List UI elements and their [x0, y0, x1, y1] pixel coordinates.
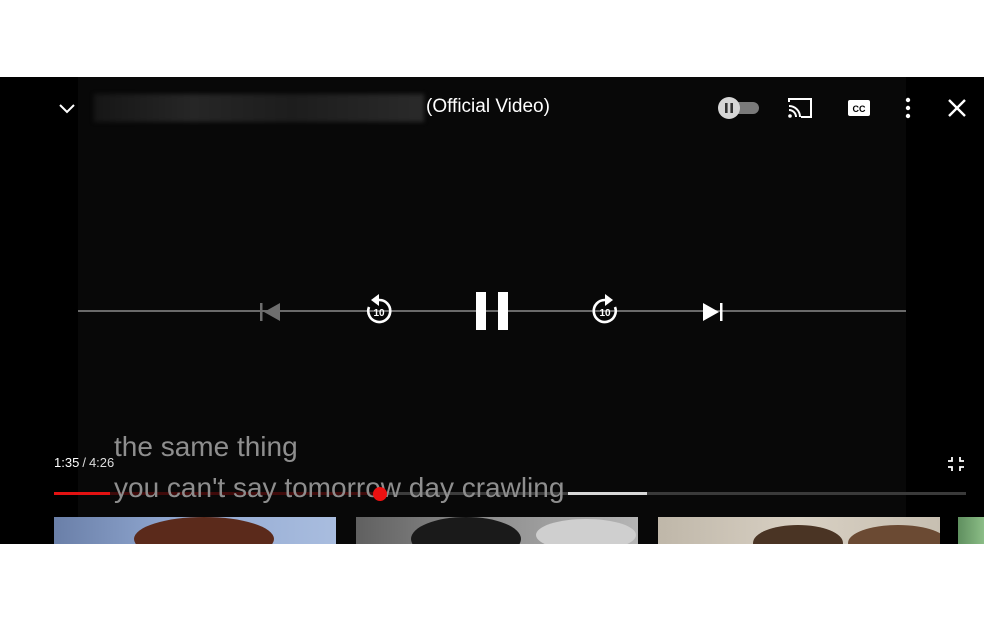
- rewind-seconds: 10: [373, 308, 385, 319]
- related-video-thumbnail[interactable]: [54, 517, 336, 544]
- player-top-bar: (Official Video) CC: [0, 77, 984, 137]
- caption-line-1: the same thing: [110, 430, 302, 464]
- redacted-title: [94, 94, 424, 122]
- cast-icon[interactable]: [786, 94, 814, 122]
- related-video-thumbnail[interactable]: [958, 517, 984, 544]
- video-player[interactable]: (Official Video) CC 10 10 the same thing…: [0, 77, 984, 544]
- related-video-thumbnail[interactable]: [658, 517, 940, 544]
- more-vertical-icon[interactable]: [894, 94, 922, 122]
- caption-line-2: you can't say tomorrow day crawling: [110, 471, 569, 505]
- progress-scrubber[interactable]: [372, 486, 387, 501]
- skip-next-icon[interactable]: [698, 298, 728, 326]
- time-separator: /: [82, 455, 86, 470]
- related-video-thumbnail[interactable]: [356, 517, 638, 544]
- forward-10-icon[interactable]: 10: [586, 290, 624, 330]
- replay-10-icon[interactable]: 10: [360, 290, 398, 330]
- autoplay-toggle[interactable]: [717, 97, 761, 119]
- current-time: 1:35: [54, 455, 80, 470]
- duration: 4:26: [88, 455, 115, 470]
- pause-icon[interactable]: [470, 288, 514, 334]
- close-icon[interactable]: [943, 94, 971, 122]
- video-title[interactable]: (Official Video): [426, 95, 550, 119]
- closed-captions-icon[interactable]: CC: [845, 94, 873, 122]
- time-display: 1:35/4:26: [54, 455, 114, 471]
- chevron-down-icon[interactable]: [54, 95, 80, 121]
- exit-fullscreen-icon[interactable]: [946, 455, 966, 473]
- forward-seconds: 10: [599, 308, 611, 319]
- skip-previous-icon[interactable]: [255, 298, 285, 326]
- cc-label: CC: [853, 104, 866, 114]
